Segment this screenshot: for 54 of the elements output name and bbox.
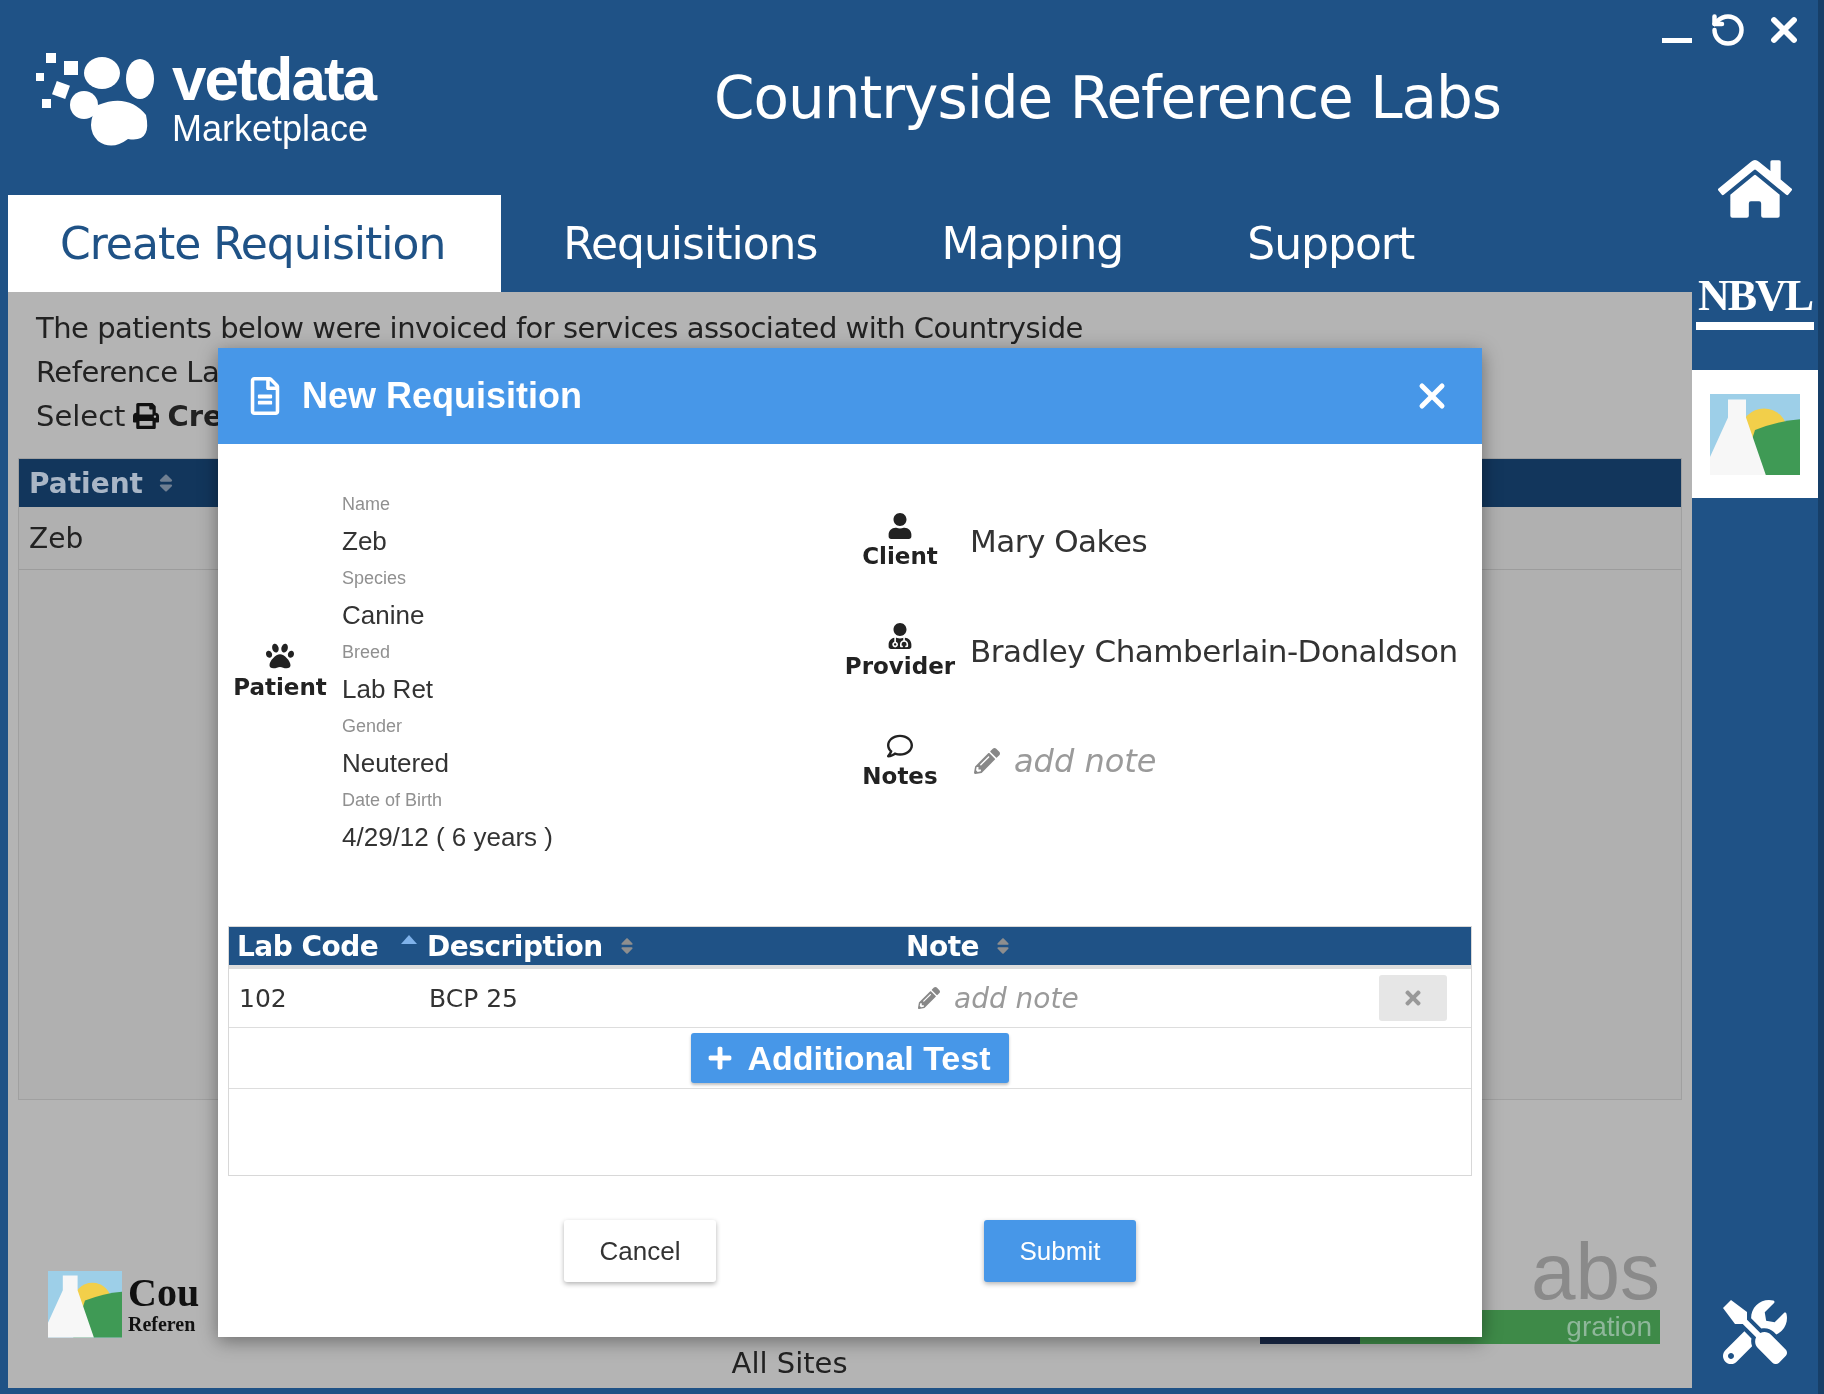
paw-icon — [266, 642, 294, 670]
restore-button[interactable] — [1710, 12, 1746, 48]
lab-logo-icon — [1710, 393, 1800, 475]
logo-subtitle: Marketplace — [172, 109, 370, 148]
column-header[interactable]: Note — [906, 927, 1379, 965]
intro-text: The patients below were invoiced for services associated with Countryside — [36, 310, 1084, 347]
field-value: Lab Ret — [342, 673, 435, 706]
speech-bubble-icon — [887, 733, 913, 759]
section-label: Patient — [233, 674, 327, 700]
intro-text: Reference La — [36, 354, 221, 391]
section-label: Client — [862, 543, 938, 569]
contact-name: Mary Oakes — [970, 523, 1148, 559]
pencil-icon — [974, 748, 1000, 774]
instruction-text: Select — [36, 399, 126, 433]
doctor-icon — [887, 623, 913, 649]
nbvl-logo-button[interactable]: NBVL — [1695, 272, 1815, 330]
tools-button[interactable] — [1723, 1300, 1787, 1364]
minimize-button[interactable] — [1662, 37, 1692, 43]
column-header: Patient — [29, 466, 143, 500]
field-label: Date of Birth — [342, 789, 444, 812]
section-label: Provider — [844, 653, 956, 679]
nav-tab[interactable]: Mapping — [879, 195, 1186, 292]
pencil-icon — [918, 987, 940, 1009]
note-field[interactable]: add note — [1012, 741, 1256, 781]
field-label: Breed — [342, 641, 392, 664]
plus-icon — [707, 1045, 734, 1071]
field-value: Canine — [342, 599, 426, 632]
field-label: Species — [342, 567, 408, 590]
printer-icon — [133, 403, 160, 429]
dialog-title: New Requisition — [302, 375, 584, 417]
note-field[interactable]: add note — [952, 980, 1176, 1016]
logo-title: Cou — [128, 1273, 200, 1314]
contact-name: Bradley Chamberlain-Donaldson — [970, 633, 1458, 669]
nav-tab[interactable]: Create Requisition — [8, 195, 502, 292]
table-cell-text: 102 — [238, 983, 288, 1013]
site-label: All Sites — [731, 1346, 848, 1380]
nav-tab[interactable]: Requisitions — [501, 195, 880, 292]
logo-name: vetdata — [172, 47, 376, 110]
person-icon — [887, 513, 913, 539]
field-label: Gender — [342, 715, 404, 738]
field-label: Name — [342, 493, 391, 516]
field-value: Zeb — [342, 525, 388, 558]
nav-tab[interactable]: Support — [1185, 195, 1477, 292]
app-title: Countryside Reference Labs — [714, 63, 1502, 132]
section-label: Notes — [862, 763, 938, 789]
table-cell-text: BCP 25 — [428, 983, 519, 1013]
cancel-button[interactable]: Cancel — [564, 1220, 716, 1282]
field-value: Neutered — [342, 747, 450, 780]
lab-logo-icon — [48, 1271, 122, 1338]
logo-subtitle: Referen — [128, 1313, 197, 1337]
lab-logo-button[interactable] — [1692, 370, 1818, 498]
column-header[interactable]: Lab Code — [229, 927, 419, 965]
column-header[interactable]: Description — [419, 927, 906, 965]
field-value: 4/29/12 ( 6 years ) — [342, 821, 553, 854]
